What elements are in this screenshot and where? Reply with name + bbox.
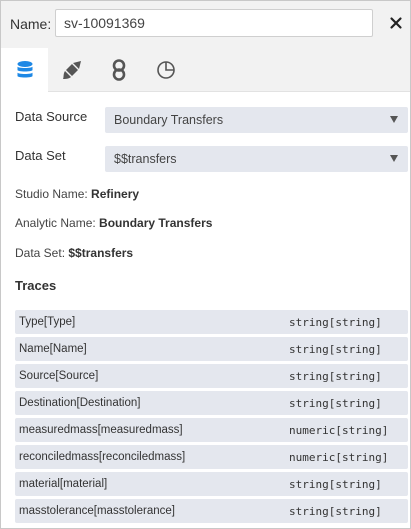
tab-style[interactable]: [48, 48, 95, 91]
trace-type: string[string]: [289, 478, 382, 491]
trace-type: string[string]: [289, 397, 382, 410]
trace-name: measuredmass[measuredmass]: [19, 424, 183, 436]
trace-type: numeric[string]: [289, 451, 389, 464]
trace-type: numeric[string]: [289, 424, 389, 437]
pie-chart-icon: [156, 60, 175, 79]
close-button[interactable]: [388, 15, 404, 31]
trace-name: Destination[Destination]: [19, 397, 141, 409]
chevron-down-icon: [390, 116, 398, 123]
data-source-label: Data Source: [15, 109, 88, 124]
trace-row[interactable]: Destination[Destination] string[string]: [15, 391, 408, 415]
properties-panel: Name: sv-10091369 Data Source Boundary T…: [0, 0, 411, 529]
trace-type: string[string]: [289, 343, 382, 356]
trace-name: masstolerance[masstolerance]: [19, 505, 175, 517]
tab-links[interactable]: [95, 48, 142, 91]
close-icon: [390, 17, 402, 29]
panel-header: Name:: [1, 1, 410, 48]
link-icon: [112, 58, 125, 81]
trace-name: Name[Name]: [19, 343, 87, 355]
trace-row[interactable]: Name[Name] string[string]: [15, 337, 408, 361]
data-source-select[interactable]: Boundary Transfers: [105, 107, 408, 133]
trace-name: material[material]: [19, 478, 108, 490]
trace-type: string[string]: [289, 505, 382, 518]
trace-row[interactable]: measuredmass[measuredmass] numeric[strin…: [15, 418, 408, 442]
analytic-name-value: Boundary Transfers: [99, 216, 213, 230]
trace-name: Source[Source]: [19, 370, 99, 382]
studio-name-value: Refinery: [91, 187, 140, 201]
tab-bar: [1, 48, 410, 92]
data-set-value: $$transfers: [114, 152, 177, 166]
trace-row[interactable]: masstolerance[masstolerance] string[stri…: [15, 499, 408, 523]
data-set-label: Data Set: [15, 148, 66, 163]
trace-name: reconciledmass[reconciledmass]: [19, 451, 186, 463]
name-label: Name:: [10, 16, 52, 32]
trace-row[interactable]: material[material] string[string]: [15, 472, 408, 496]
data-set-select[interactable]: $$transfers: [105, 146, 408, 172]
tab-data[interactable]: [1, 48, 48, 92]
data-set-info: Data Set: $$transfers: [15, 246, 133, 260]
data-set-info-label: Data Set:: [15, 246, 66, 260]
data-set-info-value: $$transfers: [68, 246, 134, 260]
studio-name-info: Studio Name: Refinery: [15, 187, 139, 201]
data-source-value: Boundary Transfers: [114, 113, 224, 127]
analytic-name-info: Analytic Name: Boundary Transfers: [15, 216, 212, 230]
studio-name-label: Studio Name:: [15, 187, 88, 201]
database-icon: [17, 61, 32, 78]
trace-row[interactable]: reconciledmass[reconciledmass] numeric[s…: [15, 445, 408, 469]
trace-type: string[string]: [289, 316, 382, 329]
chevron-down-icon: [390, 155, 398, 162]
traces-heading: Traces: [15, 278, 57, 293]
trace-row[interactable]: Type[Type] string[string]: [15, 310, 408, 334]
trace-type: string[string]: [289, 370, 382, 383]
trace-row[interactable]: Source[Source] string[string]: [15, 364, 408, 388]
tab-chart[interactable]: [142, 48, 189, 91]
trace-name: Type[Type]: [19, 316, 76, 328]
analytic-name-label: Analytic Name:: [15, 216, 96, 230]
name-input[interactable]: [55, 9, 373, 37]
paint-brush-icon: [62, 60, 81, 79]
